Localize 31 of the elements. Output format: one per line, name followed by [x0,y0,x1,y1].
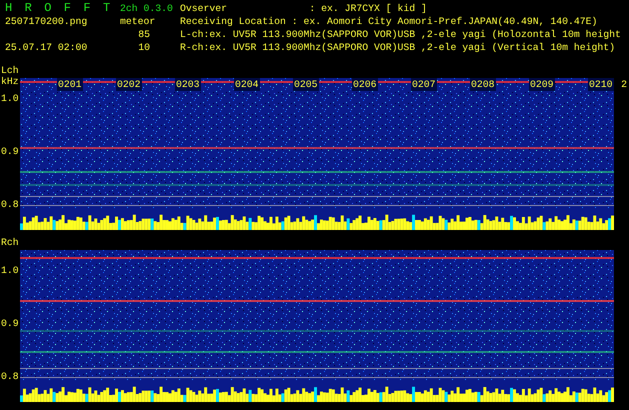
time-label: 0210 [588,78,614,91]
info-line: R-ch:ex. UV5R 113.900Mhz(SAPPORO VOR)USB ,2-ele yagi (Vertical 10m height) [180,41,616,54]
frequency-label: 0.9 [1,317,19,330]
unit-label: kHz [1,75,19,88]
meteor-label: meteor [120,15,156,28]
frequency-label: 1.0 [1,92,19,105]
time-label: 0203 [175,78,201,91]
app-title: H R O F F T [5,2,113,15]
time-label: 0207 [411,78,437,91]
time-label: 0204 [234,78,260,91]
time-label: 0205 [293,78,319,91]
time-label: 0206 [352,78,378,91]
frequency-label: 0.8 [1,198,19,211]
version-label: 2ch 0.3.0 [120,2,173,15]
time-label: 0202 [116,78,142,91]
frequency-label: 0.9 [1,145,19,158]
channel-label: Lch [1,64,19,76]
channel-label: Rch [1,236,19,249]
file-name: 2507170200.png [5,15,88,28]
info-line: L-ch:ex. UV5R 113.900Mhz(SAPPORO VOR)USB ,2-ele yagi (Holozontal 10m height [180,28,621,41]
time-label: 0201 [57,78,83,91]
time-label: 2 [621,78,627,91]
frequency-label: 0.8 [1,370,19,383]
frequency-label: 1.0 [1,264,19,277]
time-label: 0208 [470,78,496,91]
timestamp: 25.07.17 02:00 [5,41,88,54]
meteor-count: 10 [137,41,151,54]
info-line: Ovserver : ex. JR7CYX [ kid ] [180,2,428,15]
meteor-count: 85 [137,28,151,41]
time-label: 0209 [529,78,555,91]
info-line: Receiving Location : ex. Aomori City Aomori-Pref.JAPAN(40.49N, 140.47E) [180,15,598,28]
